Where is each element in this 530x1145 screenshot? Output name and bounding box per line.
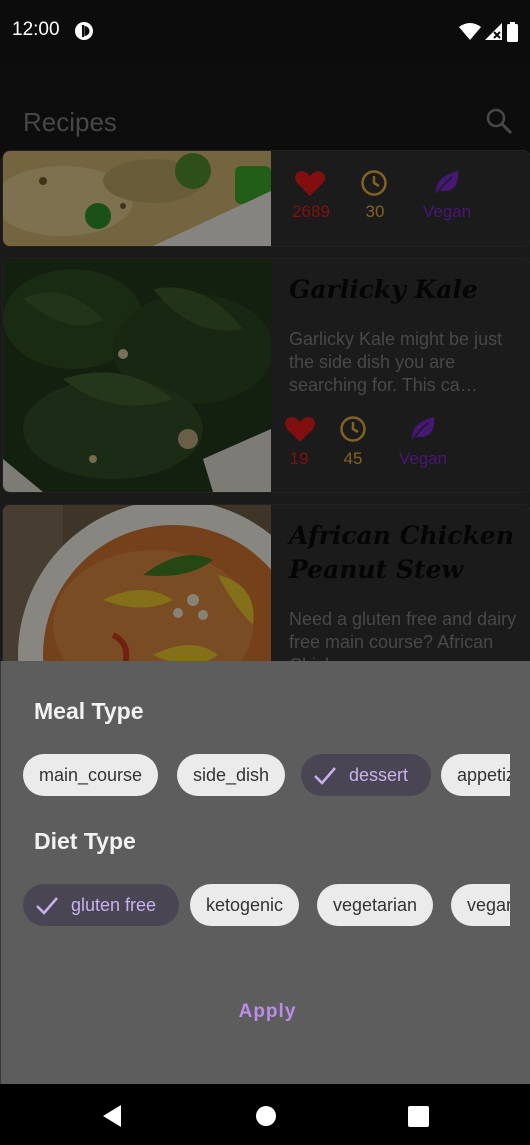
like-icon — [295, 171, 325, 196]
chip-gluten-free[interactable]: gluten free — [23, 884, 179, 926]
home-icon[interactable] — [255, 1105, 277, 1127]
recipe-image — [3, 151, 271, 246]
apply-button[interactable]: Apply — [225, 994, 310, 1030]
app-notification-icon — [75, 22, 93, 40]
vegan-leaf-icon — [411, 417, 435, 442]
recipe-card[interactable]: 2689 30 Vegan — [2, 150, 530, 247]
minutes-count: 30 — [365, 202, 385, 221]
page-title: Recipes — [23, 107, 117, 137]
clock-icon — [340, 416, 366, 442]
chip-appetizer[interactable]: appetizer — [441, 754, 510, 796]
chip-side-dish[interactable]: side_dish — [177, 754, 286, 796]
status-bar: 12:00 — [0, 0, 530, 64]
chip-label: gluten free — [71, 895, 157, 915]
chip-ketogenic[interactable]: ketogenic — [190, 884, 300, 926]
status-time: 12:00 — [12, 19, 60, 40]
recipe-card[interactable]: Garlicky Kale Garlicky Kale might be jus… — [2, 258, 530, 493]
vegan-leaf-icon — [435, 171, 459, 196]
chip-dessert[interactable]: dessert — [301, 754, 431, 796]
meal-type-title: Meal Type — [34, 698, 144, 724]
screen: 12:00 Recipes 2689 30 Vegan Garlicky Kal… — [0, 0, 530, 1145]
meal-type-chip-group: main_course side_dish dessert appetizer — [23, 754, 510, 798]
likes-count: 19 — [289, 449, 309, 468]
signal-icon — [485, 23, 502, 40]
diet-label: Vegan — [398, 449, 448, 468]
recipe-description: Garlicky Kale might be just the side dis… — [289, 329, 503, 395]
diet-type-chip-group: gluten free ketogenic vegetarian vegan — [23, 884, 510, 928]
likes-count: 2689 — [292, 202, 330, 221]
check-icon — [36, 897, 58, 915]
recipe-title: Garlicky Kale — [289, 275, 478, 304]
clock-icon — [361, 170, 387, 196]
recents-icon[interactable] — [408, 1106, 429, 1127]
minutes-count: 45 — [343, 449, 363, 468]
wifi-icon — [459, 23, 481, 40]
chip-main-course[interactable]: main_course — [23, 754, 159, 796]
chip-vegetarian[interactable]: vegetarian — [317, 884, 434, 926]
search-icon[interactable] — [484, 106, 514, 136]
back-icon[interactable] — [100, 1104, 124, 1128]
battery-icon — [507, 22, 518, 42]
recipe-image — [3, 259, 271, 492]
chip-label: dessert — [349, 765, 409, 785]
check-icon — [314, 767, 336, 785]
status-icons — [459, 20, 518, 44]
recipe-title: African Chicken Peanut Stew — [289, 521, 514, 584]
diet-label: Vegan — [422, 202, 472, 221]
chip-vegan[interactable]: vegan — [451, 884, 510, 926]
diet-type-title: Diet Type — [34, 828, 136, 854]
like-icon — [285, 417, 315, 442]
navigation-bar — [0, 1084, 530, 1145]
